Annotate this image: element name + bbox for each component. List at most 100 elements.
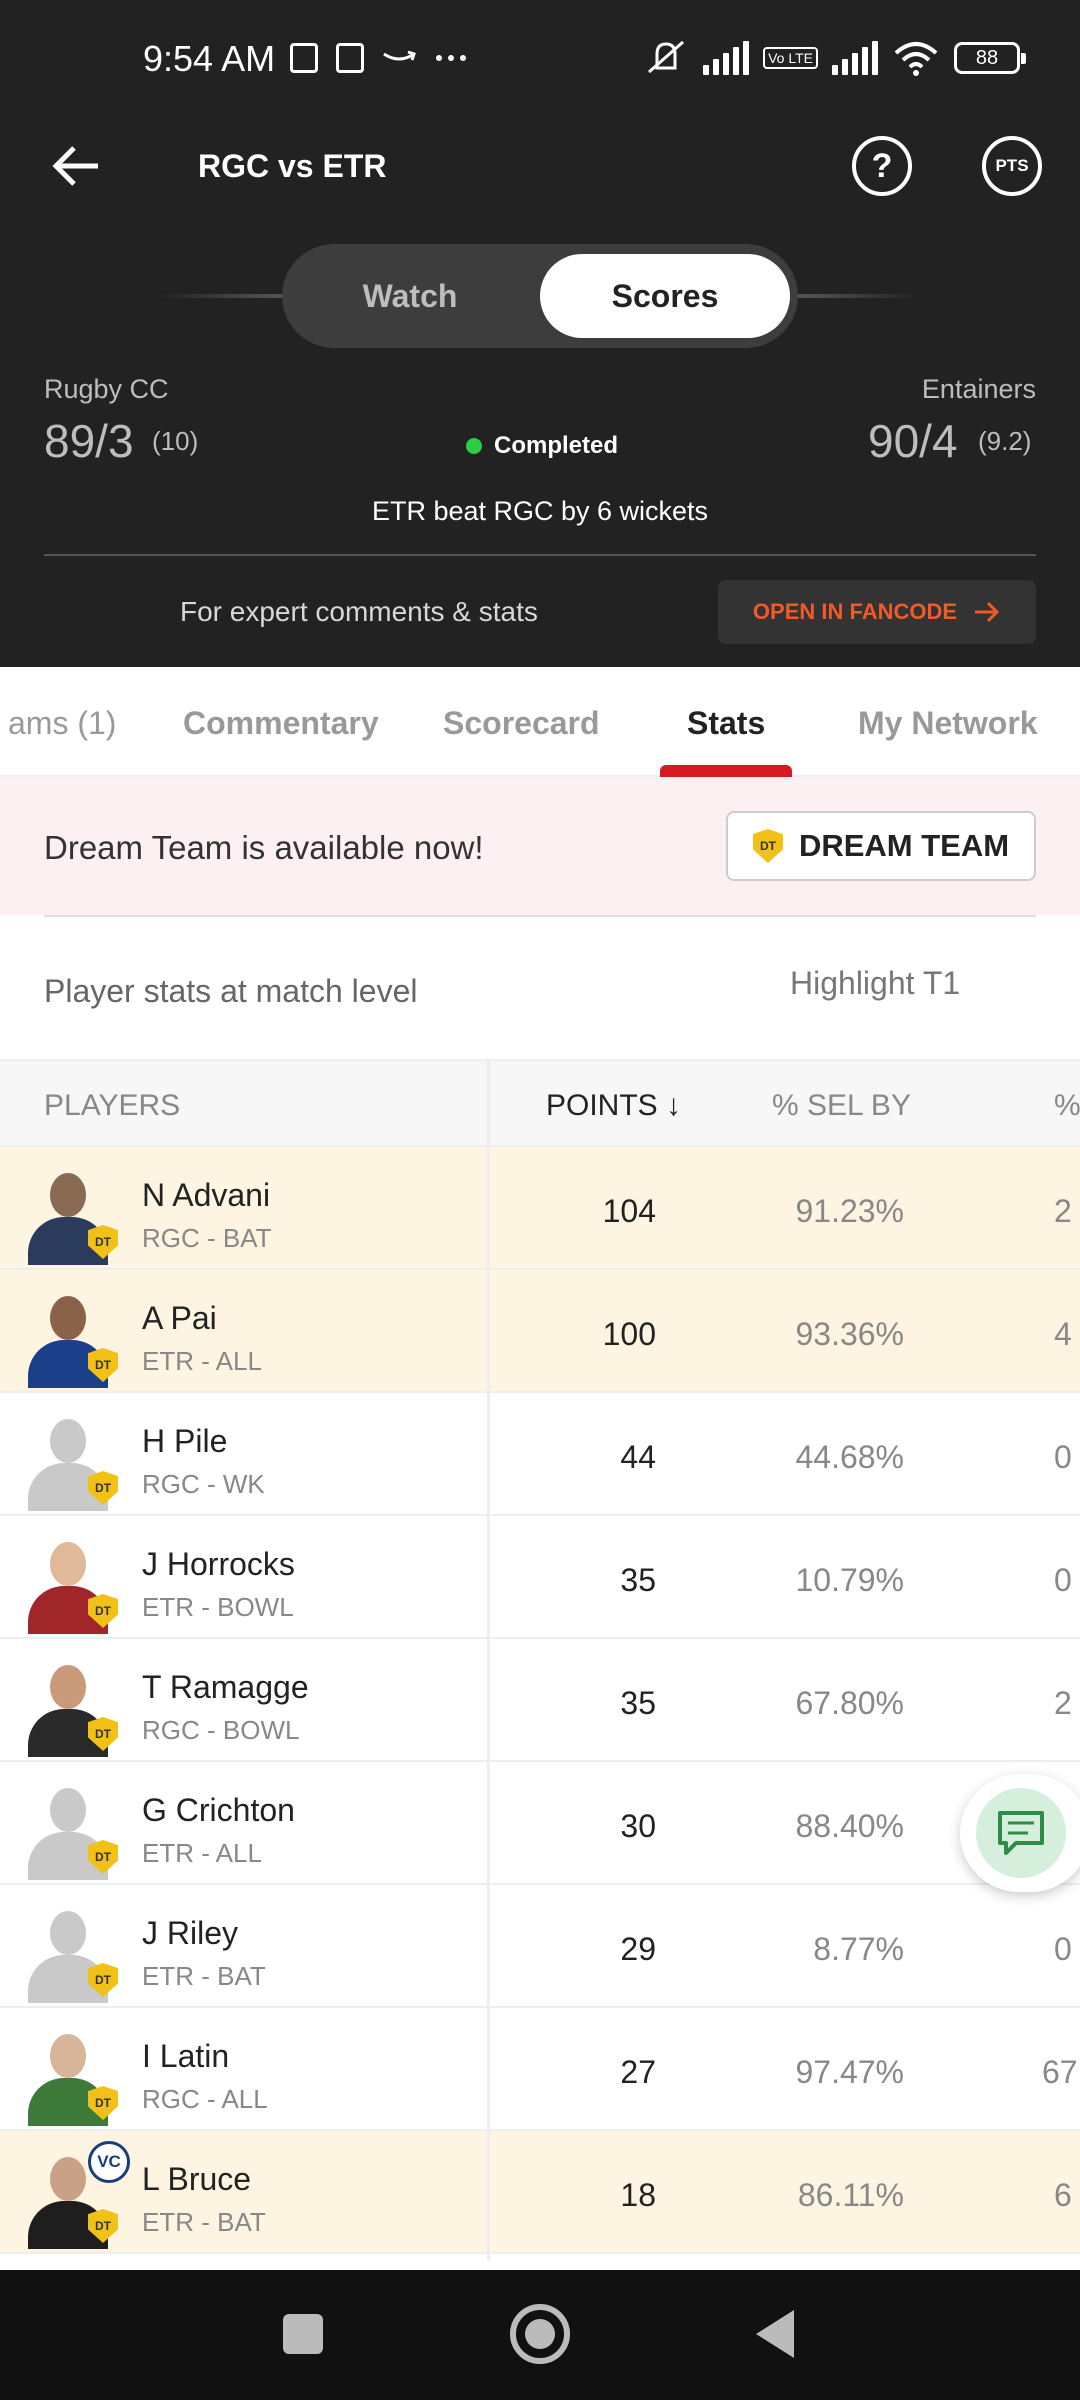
tab-my-network[interactable]: My Network	[858, 705, 1038, 742]
message-icon	[290, 43, 318, 73]
player-points: 100	[602, 1316, 656, 1352]
dream-team-button[interactable]: DT DREAM TEAM	[726, 811, 1036, 881]
back-arrow-icon[interactable]	[46, 136, 106, 196]
player-points: 27	[620, 2054, 656, 2090]
player-selected-by: 91.23%	[795, 1193, 904, 1229]
home-icon[interactable]	[510, 2304, 570, 2364]
status-right-icons: Vo LTE 88	[643, 36, 1026, 80]
player-selected-by: 93.36%	[795, 1316, 904, 1352]
match-status: Completed	[466, 432, 618, 460]
team-left-score: 89/3	[44, 415, 134, 467]
match-title: RGC vs ETR	[198, 148, 387, 184]
player-points: 104	[602, 1193, 656, 1229]
more-icon	[436, 55, 466, 61]
tab-bar: ams (1) Commentary Scorecard Stats My Ne…	[0, 667, 1080, 777]
tab-scorecard[interactable]: Scorecard	[443, 705, 600, 742]
signal-icon	[832, 41, 878, 75]
extra-column-header[interactable]: %	[1054, 1089, 1080, 1123]
stats-subheader: Player stats at match level Highlight T1	[0, 917, 1080, 1061]
player-name: N Advani	[142, 1177, 271, 1213]
player-team-role: ETR - BOWL	[142, 1592, 294, 1622]
status-left-icons	[290, 36, 468, 80]
match-result: ETR beat RGC by 6 wickets	[371, 496, 709, 526]
system-nav-bar	[0, 2270, 1080, 2400]
player-name: G Crichton	[142, 1792, 295, 1828]
player-points: 35	[620, 1562, 656, 1598]
battery-icon: 88	[954, 42, 1026, 74]
table-header: PLAYERS POINTS ↓ % SEL BY %	[0, 1061, 1080, 1147]
back-icon[interactable]	[756, 2310, 794, 2358]
column-separator	[487, 1061, 490, 2261]
help-button[interactable]: ?	[852, 136, 912, 196]
player-points: 44	[620, 1439, 656, 1475]
player-name: A Pai	[142, 1300, 217, 1336]
table-row[interactable]: DT T Ramagge RGC - BOWL 35 67.80% 2	[0, 1639, 1080, 1762]
table-row[interactable]: VC DT L Bruce ETR - BAT 18 86.11% 6	[0, 2131, 1080, 2254]
player-stats-list: DT N Advani RGC - BAT 104 91.23% 2 DT A …	[0, 1147, 1080, 2254]
help-icon: ?	[871, 146, 893, 185]
player-points: 29	[620, 1931, 656, 1967]
player-extra-stat: 4	[1054, 1316, 1072, 1352]
player-extra-stat: 67	[1042, 2054, 1078, 2090]
status-dot-icon	[466, 438, 482, 454]
points-column-header[interactable]: POINTS ↓	[546, 1089, 681, 1123]
players-column-header: PLAYERS	[44, 1089, 181, 1122]
scores-tab[interactable]: Scores	[540, 254, 790, 338]
table-row[interactable]: DT H Pile RGC - WK 44 44.68% 0	[0, 1393, 1080, 1516]
volte-icon: Vo LTE	[763, 47, 818, 69]
table-row[interactable]: DT N Advani RGC - BAT 104 91.23% 2	[0, 1147, 1080, 1270]
chat-icon-bg	[976, 1788, 1066, 1878]
team-right-name: Entainers	[921, 374, 1036, 404]
app-icon	[336, 43, 364, 73]
player-team-role: RGC - BOWL	[142, 1715, 300, 1745]
divider	[44, 554, 1036, 556]
screen: 9:54 AM Vo LTE 88 RGC vs ETR ? PTS Watch…	[0, 0, 1080, 2400]
team-left-overs: (10)	[152, 426, 199, 456]
chat-button[interactable]	[960, 1774, 1080, 1892]
player-name: I Latin	[142, 2038, 230, 2074]
player-team-role: RGC - BAT	[142, 1223, 272, 1253]
table-row[interactable]: DT I Latin RGC - ALL 27 97.47% 67	[0, 2008, 1080, 2131]
player-name: L Bruce	[142, 2161, 252, 2197]
player-points: 18	[620, 2177, 656, 2213]
watch-tab[interactable]: Watch	[282, 244, 538, 348]
team-left-name: Rugby CC	[44, 374, 169, 404]
tab-commentary[interactable]: Commentary	[183, 705, 379, 742]
table-row[interactable]: DT G Crichton ETR - ALL 30 88.40%	[0, 1762, 1080, 1885]
toggle-line-left	[160, 294, 282, 298]
table-row[interactable]: DT J Riley ETR - BAT 29 8.77% 0	[0, 1885, 1080, 2008]
team-right-score: 90/4	[868, 415, 958, 467]
player-selected-by: 97.47%	[795, 2054, 904, 2090]
player-team-role: ETR - ALL	[142, 1838, 262, 1868]
toggle-line-right	[798, 294, 920, 298]
mute-icon	[648, 40, 685, 74]
player-extra-stat: 6	[1054, 2177, 1072, 2213]
player-points: 35	[620, 1685, 656, 1721]
player-selected-by: 67.80%	[795, 1685, 904, 1721]
table-row[interactable]: DT J Horrocks ETR - BOWL 35 10.79% 0	[0, 1516, 1080, 1639]
tab-stats[interactable]: Stats	[687, 705, 765, 742]
player-name: J Riley	[142, 1915, 239, 1951]
player-extra-stat: 0	[1054, 1562, 1072, 1598]
highlight-team-selector[interactable]: Highlight T1	[790, 965, 960, 1002]
player-extra-stat: 0	[1054, 1931, 1072, 1967]
points-system-button[interactable]: PTS	[982, 136, 1042, 196]
recents-icon[interactable]	[283, 2314, 323, 2354]
player-points: 30	[620, 1808, 656, 1844]
player-extra-stat: 2	[1054, 1193, 1072, 1229]
player-selected-by: 44.68%	[795, 1439, 904, 1475]
dream-team-text: Dream Team is available now!	[44, 829, 484, 866]
chat-icon	[998, 1811, 1044, 1855]
table-row[interactable]: DT A Pai ETR - ALL 100 93.36% 4	[0, 1270, 1080, 1393]
player-extra-stat: 0	[1054, 1439, 1072, 1475]
player-team-role: ETR - BAT	[142, 2207, 266, 2237]
player-team-role: ETR - BAT	[142, 1961, 266, 1991]
player-selected-by: 86.11%	[797, 2177, 904, 2213]
dream-team-banner: Dream Team is available now! DT DREAM TE…	[0, 777, 1080, 915]
stats-level-label: Player stats at match level	[44, 973, 418, 1009]
open-in-fancode-button[interactable]: OPEN IN FANCODE	[718, 580, 1036, 644]
active-tab-indicator	[660, 765, 792, 777]
sel-by-column-header[interactable]: % SEL BY	[772, 1089, 911, 1123]
tab-teams[interactable]: ams (1)	[8, 705, 116, 742]
player-team-role: RGC - WK	[142, 1469, 265, 1499]
